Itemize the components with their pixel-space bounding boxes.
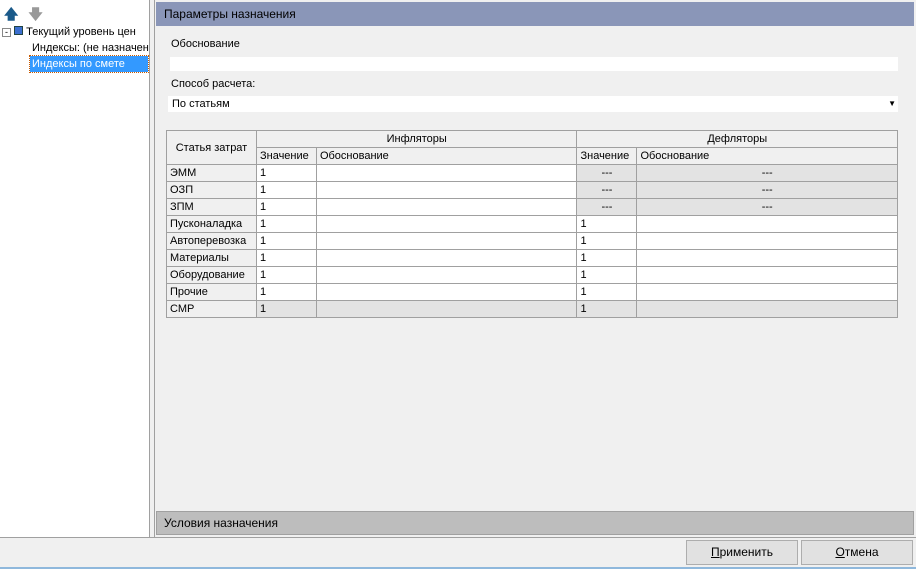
table-row: Оборудование 1 1 — [166, 266, 898, 284]
table-row: Прочие 1 1 — [166, 283, 898, 301]
cancel-label: тмена — [844, 545, 879, 559]
row-name: Прочие — [166, 283, 257, 301]
row-name: Оборудование — [166, 266, 257, 284]
inf-value-cell[interactable]: 1 — [255, 215, 317, 233]
def-reason-header: Обоснование — [636, 147, 898, 165]
divider — [0, 537, 916, 538]
row-name: Пусконаладка — [166, 215, 257, 233]
row-name: Материалы — [166, 249, 257, 267]
def-reason-cell[interactable]: --- — [636, 164, 898, 182]
tree-item[interactable]: Индексы: (не назначен — [32, 40, 149, 56]
collapse-icon[interactable]: - — [2, 28, 11, 37]
inf-reason-cell[interactable] — [315, 215, 578, 233]
table-row: Автоперевозка 1 1 — [166, 232, 898, 250]
def-value-cell[interactable]: 1 — [576, 266, 638, 284]
col-item-header: Статья затрат — [166, 130, 257, 165]
def-value-cell[interactable]: 1 — [576, 215, 638, 233]
table-row: ЭММ 1 --- --- — [166, 164, 898, 182]
cancel-hotkey: О — [835, 545, 845, 559]
inf-reason-cell[interactable] — [315, 283, 578, 301]
inf-value-header: Значение — [255, 147, 317, 165]
def-reason-cell[interactable]: --- — [636, 181, 898, 199]
def-reason-cell[interactable] — [636, 283, 898, 301]
apply-label: рименить — [719, 545, 773, 559]
inf-value-cell[interactable]: 1 — [255, 164, 317, 182]
row-name: СМР — [166, 300, 257, 318]
method-value: По статьям — [172, 98, 230, 110]
reason-label: Обоснование — [171, 38, 240, 50]
def-reason-cell[interactable] — [636, 266, 898, 284]
inf-reason-cell[interactable] — [315, 300, 578, 318]
panel-title[interactable]: Параметры назначения — [156, 2, 914, 26]
def-value-cell[interactable]: --- — [576, 198, 638, 216]
def-value-cell[interactable]: --- — [576, 164, 638, 182]
apply-hotkey: П — [710, 545, 720, 559]
inf-reason-cell[interactable] — [315, 198, 578, 216]
inf-reason-cell[interactable] — [315, 164, 578, 182]
deflators-header: Дефляторы — [576, 130, 898, 148]
def-reason-cell[interactable] — [636, 232, 898, 250]
method-label: Способ расчета: — [171, 78, 256, 90]
table-row: Материалы 1 1 — [166, 249, 898, 267]
cancel-button[interactable]: Отмена — [801, 540, 913, 565]
inf-value-cell[interactable]: 1 — [255, 232, 317, 250]
inf-reason-cell[interactable] — [315, 266, 578, 284]
inf-value-cell[interactable]: 1 — [255, 181, 317, 199]
def-value-cell[interactable]: 1 — [576, 232, 638, 250]
row-name: Автоперевозка — [166, 232, 257, 250]
params-panel: Параметры назначения Обоснование Способ … — [156, 0, 914, 538]
row-name: ОЗП — [166, 181, 257, 199]
inf-reason-cell[interactable] — [315, 232, 578, 250]
chevron-down-icon[interactable]: ▼ — [888, 96, 896, 112]
checkbox-icon[interactable] — [14, 26, 24, 35]
method-select[interactable]: По статьям ▼ — [168, 96, 898, 112]
inf-value-cell[interactable]: 1 — [255, 198, 317, 216]
reason-input[interactable] — [170, 57, 898, 71]
def-reason-cell[interactable] — [636, 215, 898, 233]
tree-root[interactable]: - Текущий уровень цен — [2, 24, 136, 40]
table-row: СМР 1 1 — [166, 300, 898, 318]
inf-reason-cell[interactable] — [315, 249, 578, 267]
def-value-cell[interactable]: 1 — [576, 283, 638, 301]
row-name: ЭММ — [166, 164, 257, 182]
inf-value-cell[interactable]: 1 — [255, 283, 317, 301]
def-value-header: Значение — [576, 147, 638, 165]
apply-button[interactable]: Применить — [686, 540, 798, 565]
inf-value-cell[interactable]: 1 — [255, 249, 317, 267]
inflators-header: Инфляторы — [255, 130, 578, 148]
table-row: ЗПМ 1 --- --- — [166, 198, 898, 216]
indices-table: Статья затрат Инфляторы Дефляторы Значен… — [166, 130, 898, 318]
inf-value-cell[interactable]: 1 — [255, 266, 317, 284]
tree-item-selected[interactable]: Индексы по смете — [29, 55, 149, 73]
table-row: ОЗП 1 --- --- — [166, 181, 898, 199]
def-value-cell[interactable]: 1 — [576, 249, 638, 267]
conditions-header[interactable]: Условия назначения — [156, 511, 914, 535]
inf-reason-header: Обоснование — [315, 147, 578, 165]
def-reason-cell[interactable] — [636, 249, 898, 267]
def-reason-cell[interactable]: --- — [636, 198, 898, 216]
def-reason-cell[interactable] — [636, 300, 898, 318]
table-row: Пусконаладка 1 1 — [166, 215, 898, 233]
tree-root-label: Текущий уровень цен — [26, 26, 136, 38]
inf-reason-cell[interactable] — [315, 181, 578, 199]
splitter[interactable] — [150, 0, 155, 538]
inf-value-cell[interactable]: 1 — [255, 300, 317, 318]
tree-panel: 🡅 🡇 - Текущий уровень цен Индексы: (не н… — [0, 0, 150, 538]
row-name: ЗПМ — [166, 198, 257, 216]
def-value-cell[interactable]: 1 — [576, 300, 638, 318]
def-value-cell[interactable]: --- — [576, 181, 638, 199]
